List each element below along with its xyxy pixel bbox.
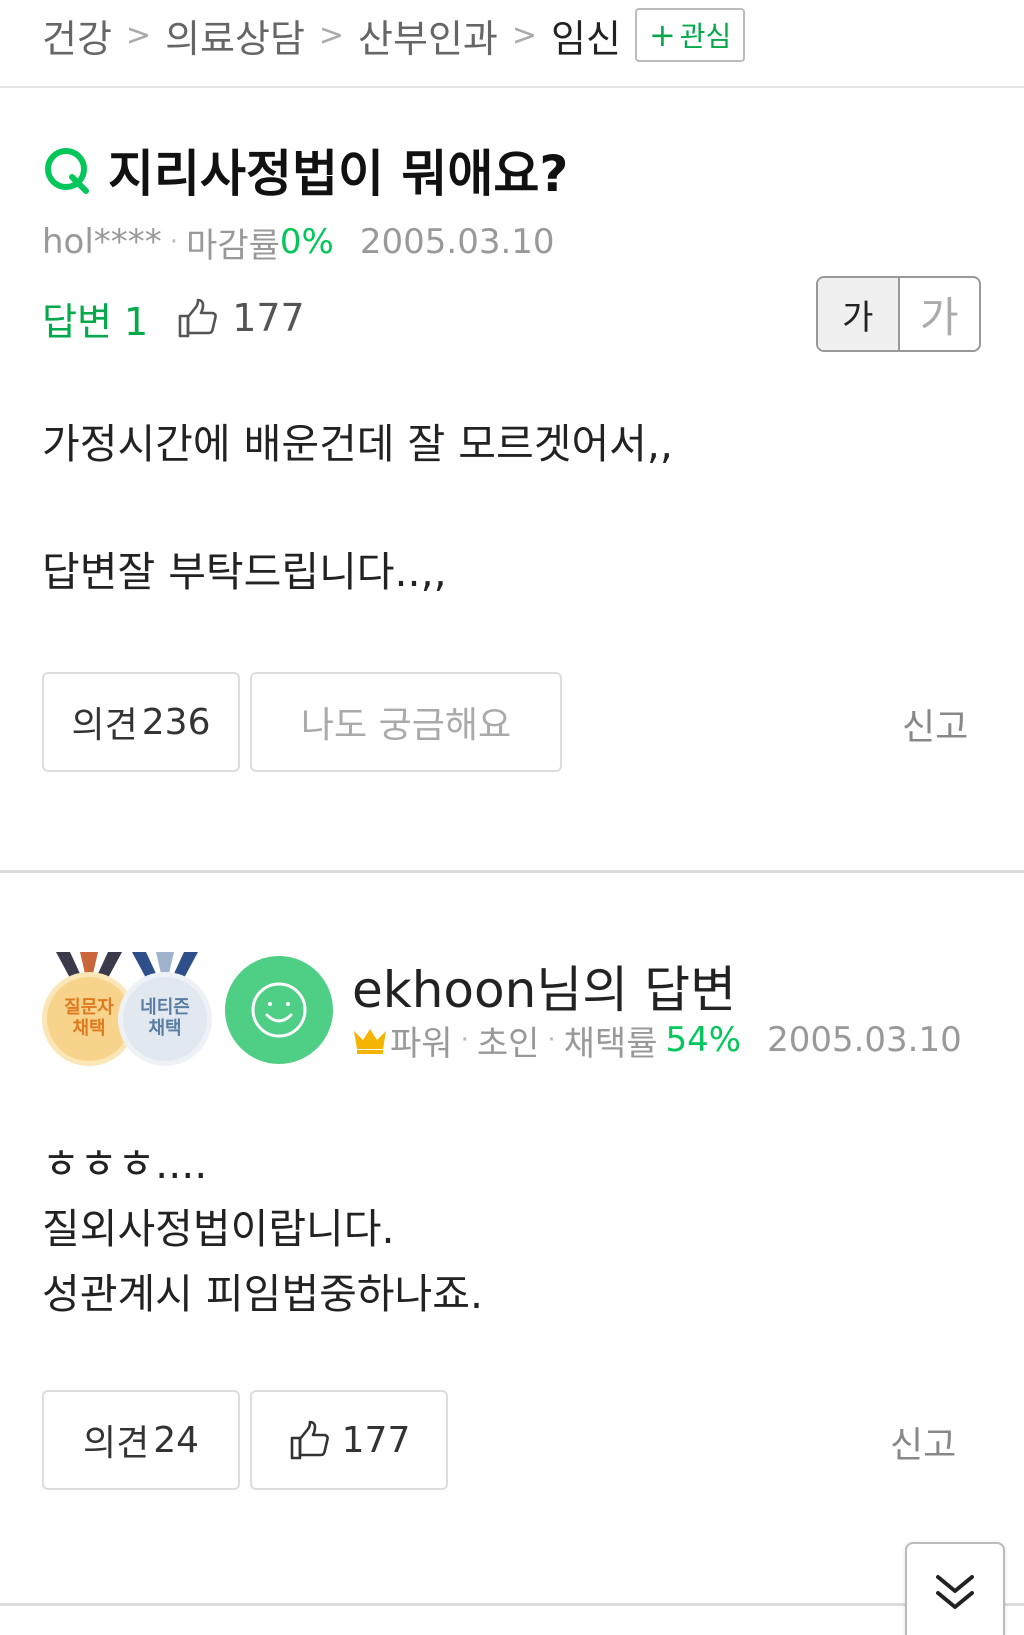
divider <box>0 86 1024 88</box>
answer-opinion-button[interactable]: 의견 24 <box>42 1390 240 1490</box>
question-q-icon <box>45 148 89 194</box>
medal-text: 채택 <box>148 1018 182 1039</box>
answer-report-link[interactable]: 신고 <box>890 1416 956 1468</box>
medal-text: 질문자 <box>64 997 114 1019</box>
scroll-down-button[interactable] <box>905 1542 1005 1635</box>
breadcrumb: 건강 > 의료상담 > 산부인과 > 임신 + 관심 <box>42 8 746 63</box>
thumbs-up-icon <box>290 1420 329 1460</box>
breadcrumb-item-medical[interactable]: 의료상담 <box>165 8 305 63</box>
answerer-rank: 파워 <box>390 1023 453 1064</box>
question-like[interactable]: 177 <box>176 296 305 340</box>
follow-button[interactable]: + 관심 <box>634 8 746 62</box>
me-too-curious-button[interactable]: 나도 궁금해요 <box>250 672 562 772</box>
answer-like-count: 177 <box>341 1419 411 1461</box>
question-title-text: 지리사정법이 뭐애요? <box>108 145 569 203</box>
font-size-small-button[interactable]: 가 <box>818 278 900 350</box>
question-report-link[interactable]: 신고 <box>902 698 968 750</box>
font-size-toggle: 가 가 <box>816 276 981 352</box>
double-chevron-down-icon <box>936 1575 974 1609</box>
opinion-count: 24 <box>153 1419 200 1461</box>
breadcrumb-separator: > <box>511 17 538 53</box>
breadcrumb-item-health[interactable]: 건강 <box>42 8 112 63</box>
answer-date: 2005.03.10 <box>767 1020 962 1060</box>
question-like-count: 177 <box>232 296 305 340</box>
follow-label: 관심 <box>679 20 732 53</box>
thumbs-up-icon <box>178 298 218 338</box>
answerer-level: 초인 <box>476 1023 540 1064</box>
breadcrumb-separator: > <box>318 17 345 53</box>
opinion-count: 236 <box>141 701 211 743</box>
medal-text: 네티즌 <box>140 997 190 1019</box>
question-meta: hol**** · 마감률 0% 2005.03.10 <box>42 220 555 266</box>
question-body-line: 답변잘 부탁드립니다..,, <box>42 548 447 596</box>
question-body-line: 가정시간에 배운건데 잘 모르겟어서,, <box>42 420 673 468</box>
avatar[interactable] <box>225 956 333 1064</box>
meta-dot: · <box>547 1025 556 1055</box>
answer-title: ekhoon님의 답변 <box>352 961 737 1019</box>
question-date: 2005.03.10 <box>359 222 555 262</box>
breadcrumb-item-obgyn[interactable]: 산부인과 <box>358 8 498 63</box>
answer-meta: 파워 · 초인 · 채택률 54% 2005.03.10 <box>352 1018 962 1064</box>
netizen-adopted-medal: 네티즌 채택 <box>118 952 212 1068</box>
question-title: 지리사정법이 뭐애요? <box>42 140 568 203</box>
question-opinion-button[interactable]: 의견 236 <box>42 672 240 772</box>
answer-count-value: 1 <box>124 299 149 344</box>
plus-icon: + <box>648 16 676 54</box>
close-rate-label: 마감률 <box>186 225 280 266</box>
adopt-rate-label: 채택률 <box>563 1023 658 1064</box>
answer-body-line: 질외사정법이랍니다. <box>42 1205 395 1253</box>
answer-count[interactable]: 답변 1 <box>42 291 148 346</box>
answer-body-line: 성관계시 피임법중하나죠. <box>42 1270 483 1318</box>
opinion-label: 의견 <box>71 705 138 746</box>
close-rate-value: 0% <box>279 222 334 262</box>
crown-icon <box>354 1029 386 1054</box>
breadcrumb-separator: > <box>125 17 152 53</box>
divider <box>0 870 1024 873</box>
question-author[interactable]: hol**** <box>42 222 162 262</box>
medal-text: 채택 <box>72 1018 106 1039</box>
font-size-large-button[interactable]: 가 <box>900 278 980 350</box>
question-stats: 답변 1 177 <box>42 290 305 346</box>
meta-dot: · <box>460 1025 469 1055</box>
answer-body-line: ㅎㅎㅎ.... <box>42 1140 208 1188</box>
answer-count-label: 답변 <box>42 299 112 344</box>
divider <box>0 1603 1024 1606</box>
adopt-rate-value: 54% <box>665 1020 742 1060</box>
smiley-face-icon <box>251 982 307 1038</box>
breadcrumb-item-pregnancy[interactable]: 임신 <box>551 8 621 63</box>
meta-dot: · <box>169 227 179 257</box>
answer-like-button[interactable]: 177 <box>250 1390 448 1490</box>
opinion-label: 의견 <box>82 1423 150 1464</box>
